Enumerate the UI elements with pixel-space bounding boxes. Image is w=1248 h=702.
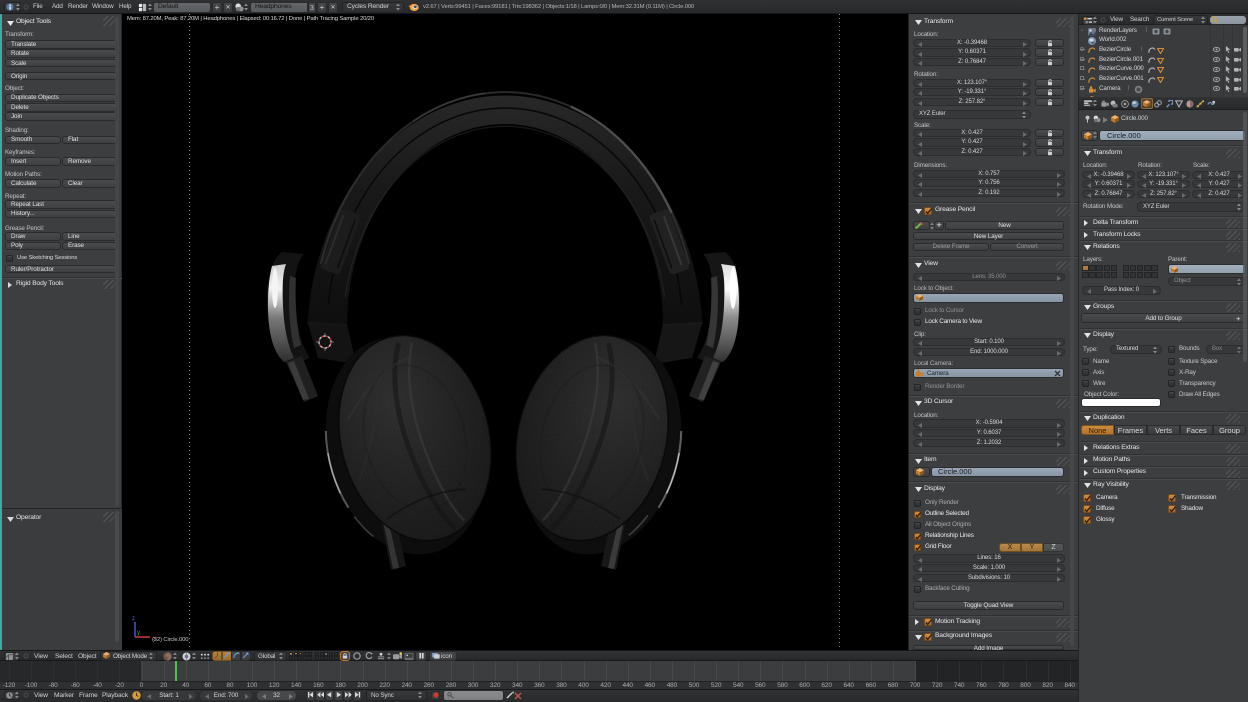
svg-text:y: y <box>137 630 140 636</box>
svg-text:z: z <box>132 616 135 622</box>
